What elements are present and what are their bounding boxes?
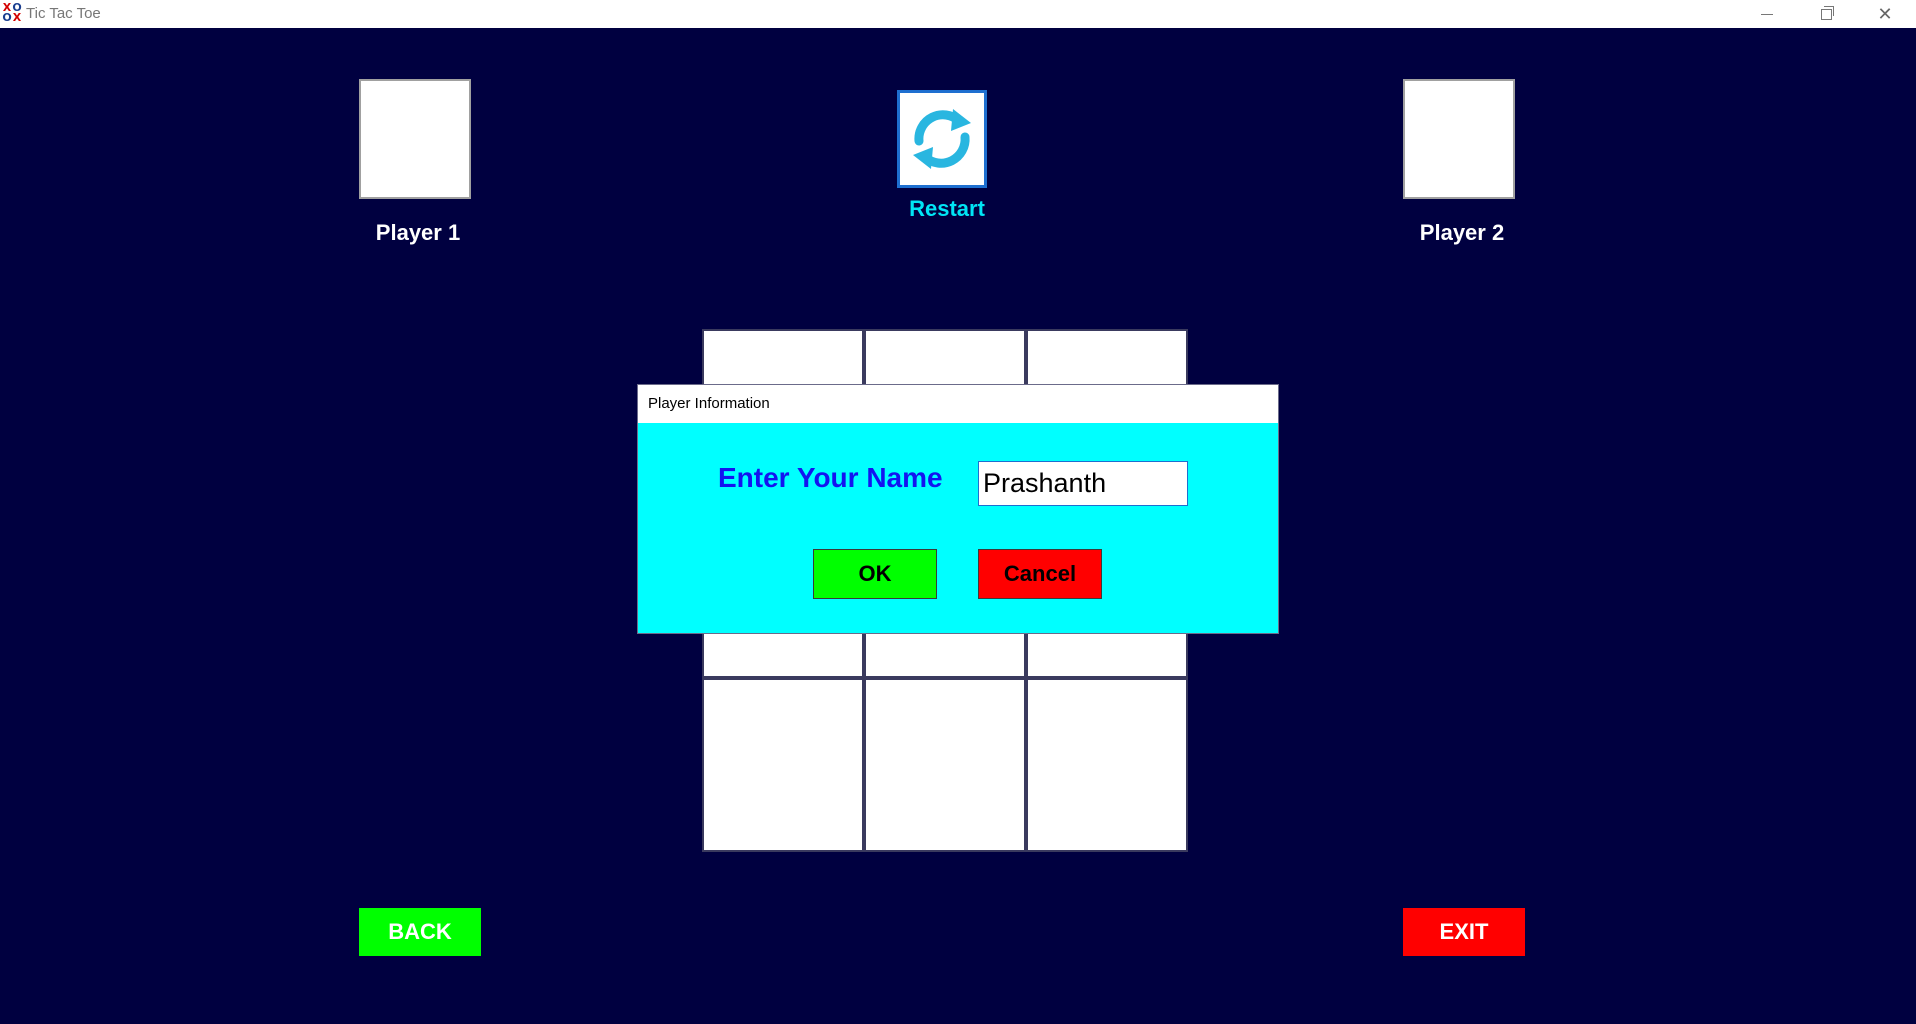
close-icon: ✕ [1877, 3, 1893, 25]
restart-label: Restart [909, 196, 985, 221]
back-button[interactable]: BACK [359, 908, 481, 956]
maximize-button[interactable] [1797, 0, 1855, 28]
dialog-titlebar: Player Information [638, 385, 1278, 423]
exit-button[interactable]: EXIT [1403, 908, 1525, 956]
maximize-icon [1820, 5, 1834, 20]
cancel-button[interactable]: Cancel [978, 549, 1102, 599]
player2-label: Player 2 [1419, 220, 1505, 245]
player1-symbol-box [359, 79, 471, 199]
player2-symbol-box [1403, 79, 1515, 199]
game-window: X O O X Tic Tac Toe ✕ Player 1 Restart P… [0, 0, 1916, 1024]
restart-button[interactable] [897, 90, 987, 188]
app-icon-glyph: X [12, 11, 22, 24]
player1-label: Player 1 [375, 220, 461, 245]
minimize-icon [1761, 13, 1773, 15]
board-cell[interactable] [864, 678, 1026, 852]
tictactoe-app-icon: X O O X [2, 2, 22, 24]
board-cell[interactable] [1026, 678, 1188, 852]
name-prompt-label: Enter Your Name [718, 462, 943, 493]
player-info-dialog: Player Information Enter Your Name OK Ca… [638, 385, 1278, 633]
close-button[interactable]: ✕ [1856, 0, 1914, 28]
board-cell[interactable] [702, 678, 864, 852]
dialog-title: Player Information [648, 395, 770, 412]
app-icon-glyph: O [2, 11, 12, 24]
ok-button[interactable]: OK [813, 549, 937, 599]
player-name-input[interactable] [978, 461, 1188, 506]
window-title: Tic Tac Toe [26, 5, 101, 22]
refresh-icon [913, 109, 971, 169]
window-titlebar: X O O X Tic Tac Toe ✕ [0, 0, 1916, 28]
minimize-button[interactable] [1738, 0, 1796, 28]
